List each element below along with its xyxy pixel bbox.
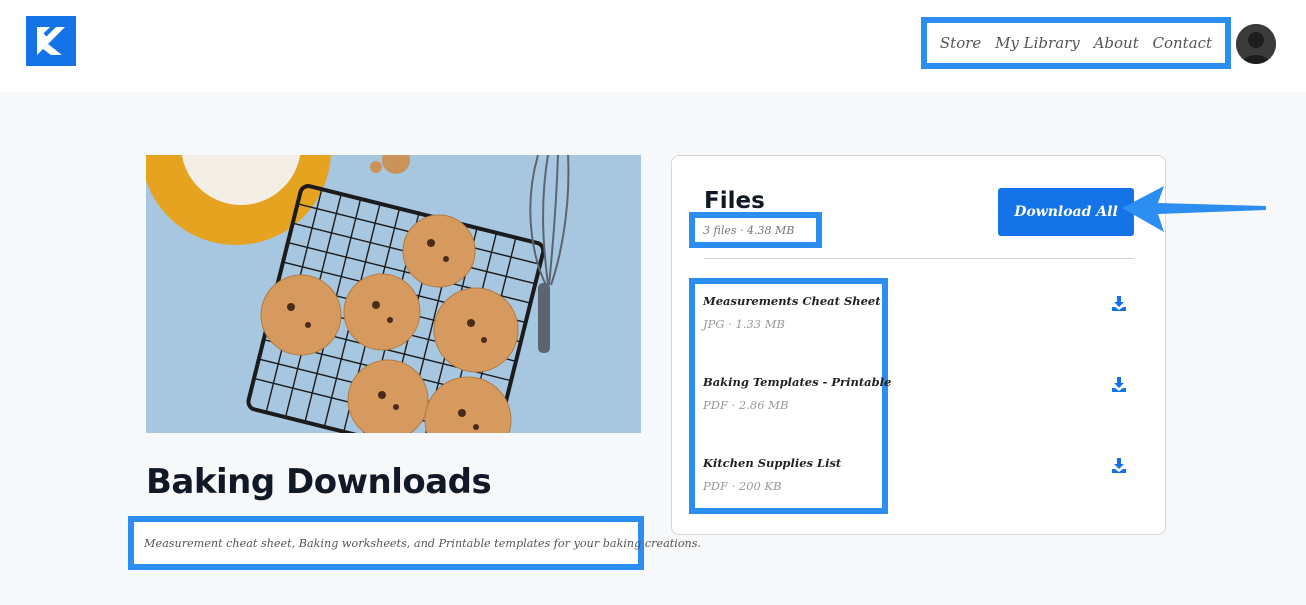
file-item[interactable]: Measurements Cheat Sheet JPG · 1.33 MB (703, 294, 881, 331)
download-icon[interactable] (1111, 295, 1127, 311)
download-icon[interactable] (1111, 376, 1127, 392)
file-name: Baking Templates - Printable (703, 375, 892, 389)
nav-about[interactable]: About (1094, 34, 1139, 52)
file-name: Measurements Cheat Sheet (703, 294, 881, 308)
nav-my-library[interactable]: My Library (995, 34, 1080, 52)
nav-store[interactable]: Store (940, 34, 981, 52)
product-description-box: Measurement cheat sheet, Baking workshee… (128, 516, 701, 570)
file-meta: JPG · 1.33 MB (703, 317, 785, 331)
nav-contact[interactable]: Contact (1153, 34, 1213, 52)
file-meta: PDF · 2.86 MB (703, 398, 789, 412)
pointer-arrow (1120, 184, 1270, 240)
product-description: Measurement cheat sheet, Baking workshee… (144, 536, 702, 550)
download-all-button[interactable]: Download All (998, 188, 1134, 236)
download-icon[interactable] (1111, 457, 1127, 473)
files-card: Files 3 files · 4.38 MB Download All Mea… (671, 155, 1166, 535)
files-summary-box: 3 files · 4.38 MB (689, 212, 822, 248)
file-item[interactable]: Baking Templates - Printable PDF · 2.86 … (703, 375, 891, 412)
file-item[interactable]: Kitchen Supplies List PDF · 200 KB (703, 456, 841, 493)
divider (704, 258, 1134, 259)
files-title: Files (704, 188, 765, 214)
brand-logo-icon[interactable] (26, 16, 76, 66)
page-title: Baking Downloads (146, 462, 492, 502)
user-avatar[interactable] (1236, 24, 1276, 64)
product-image (146, 155, 641, 433)
file-meta: PDF · 200 KB (703, 479, 782, 493)
files-list: Measurements Cheat Sheet JPG · 1.33 MB B… (689, 278, 891, 514)
top-bar: Store My Library About Contact (0, 0, 1306, 92)
files-summary: 3 files · 4.38 MB (703, 223, 795, 237)
file-name: Kitchen Supplies List (703, 456, 842, 470)
main-nav: Store My Library About Contact (921, 17, 1231, 69)
